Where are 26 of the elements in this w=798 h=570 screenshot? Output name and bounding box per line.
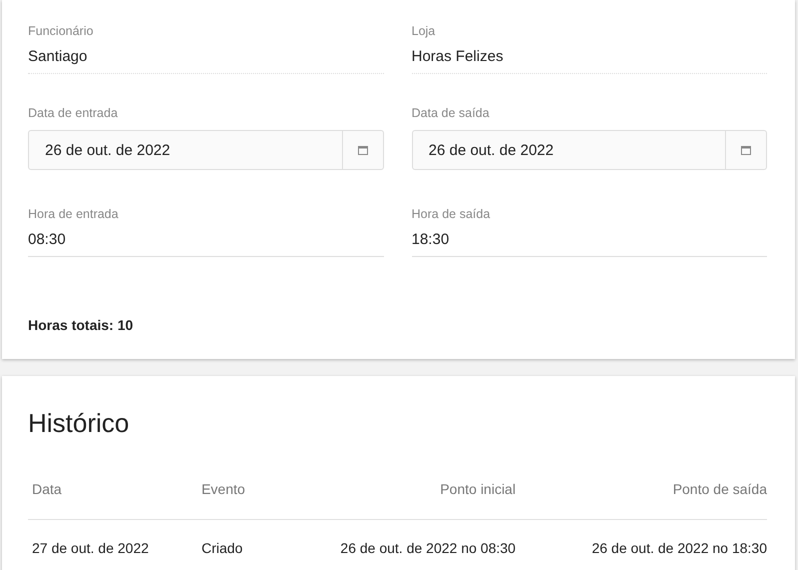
calendar-button[interactable] [726,130,767,170]
time-field[interactable]: 18:30 [412,231,767,257]
table-cell: Criado [197,520,264,570]
table-cell: 26 de out. de 2022 no 08:30 [264,520,516,570]
calendar-icon [741,145,751,155]
total-hours: Horas totais: 10 [28,317,134,333]
field-label: Hora de saída [412,207,492,221]
field-label: Data de saída [412,106,490,120]
field-value: Santiago [28,48,384,74]
date-field[interactable]: 26 de out. de 2022 [28,130,342,170]
date-field[interactable]: 26 de out. de 2022 [412,130,726,170]
time-field[interactable]: 08:30 [28,231,384,257]
calendar-icon [358,145,368,155]
column-header: Data [28,481,198,520]
calendar-button[interactable] [342,130,384,170]
history-title: Histórico [28,408,130,439]
column-header: Ponto de saída [516,481,767,520]
field-label: Funcionário [28,24,94,38]
field-label: Loja [412,24,436,38]
column-header: Ponto inicial [264,481,516,520]
table-cell: 27 de out. de 2022 [28,520,198,570]
field-label: Data de entrada [28,106,119,120]
field-label: Hora de entrada [28,207,120,221]
table-cell: 26 de out. de 2022 no 18:30 [516,520,767,570]
field-value: Horas Felizes [412,48,767,74]
column-header: Evento [197,481,264,520]
